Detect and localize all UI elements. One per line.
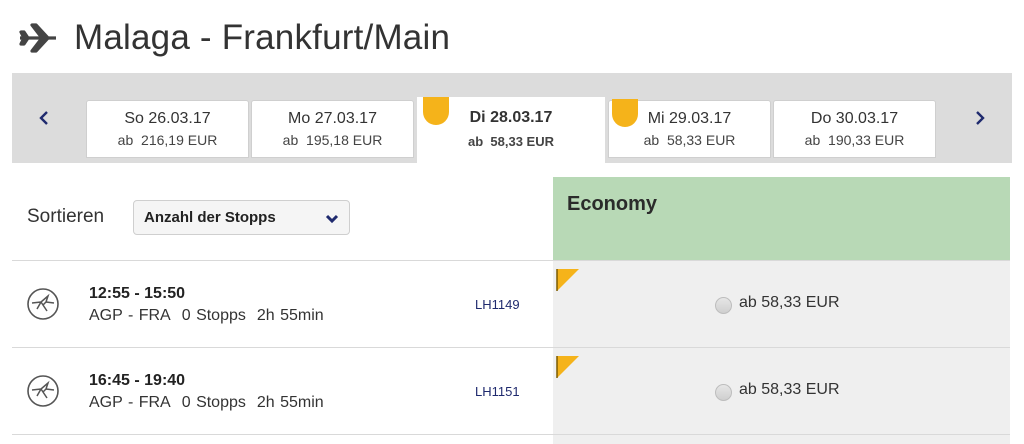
lufthansa-crane-icon [27,375,59,407]
fare-price: ab 58,33 EUR [739,294,840,311]
sort-dropdown[interactable]: Anzahl der Stopps [133,200,350,235]
date-tab-price: ab 58,33 EUR [468,134,554,149]
page-title: Malaga - Frankfurt/Main [74,18,451,57]
fare-corner-flag-icon [556,269,579,291]
date-tab-0[interactable]: So 26.03.17 ab 216,19 EUR [86,100,249,158]
date-tab-day: Do 30.03.17 [810,110,899,127]
fare-radio-button[interactable] [715,297,732,314]
flight-row: 16:45 - 19:40 AGP - FRA 0 Stopps 2h 55min … [12,348,1010,434]
page-header: Malaga - Frankfurt/Main [18,14,450,62]
flight-number-link[interactable]: LH1151 [475,384,520,399]
date-tab-price: ab 190,33 EUR [804,132,905,148]
chevron-down-icon [325,214,339,224]
fare-class-label: Economy [567,193,658,215]
fare-price: ab 58,33 EUR [739,381,840,398]
sort-controls: Sortieren Anzahl der Stopps [12,163,553,260]
best-price-badge-icon [612,99,638,127]
previous-dates-button[interactable] [12,73,76,163]
date-tab-price: ab 195,18 EUR [282,132,383,148]
date-tab-price: ab 58,33 EUR [643,132,736,148]
fare-radio-button[interactable] [715,384,732,401]
sort-label: Sortieren [27,206,105,227]
flight-times: 12:55 - 15:50 [89,285,186,302]
next-dates-button[interactable] [948,73,1012,163]
chevron-right-icon [976,111,985,125]
chevron-left-icon [39,111,48,125]
date-tab-day: Mo 27.03.17 [288,110,377,127]
flight-number-link[interactable]: LH1149 [475,297,520,312]
lufthansa-crane-icon [27,288,59,320]
date-selector: So 26.03.17 ab 216,19 EUR Mo 27.03.17 ab… [12,73,1012,163]
date-tab-4[interactable]: Do 30.03.17 ab 190,33 EUR [773,100,936,158]
flight-row: 12:55 - 15:50 AGP - FRA 0 Stopps 2h 55min … [12,261,1010,347]
date-tab-day: So 26.03.17 [124,110,211,127]
fare-corner-flag-icon [556,356,579,378]
airplane-icon [19,23,56,53]
flight-times: 16:45 - 19:40 [89,372,186,389]
flight-route: AGP - FRA 0 Stopps 2h 55min [89,394,324,411]
divider [12,434,1010,435]
sort-dropdown-value: Anzahl der Stopps [144,209,276,226]
date-tab-price: ab 216,19 EUR [117,132,218,148]
flight-route: AGP - FRA 0 Stopps 2h 55min [89,307,324,324]
date-tab-1[interactable]: Mo 27.03.17 ab 195,18 EUR [251,100,414,158]
economy-class-header: Economy [553,177,1010,261]
best-price-badge-icon [423,97,449,125]
